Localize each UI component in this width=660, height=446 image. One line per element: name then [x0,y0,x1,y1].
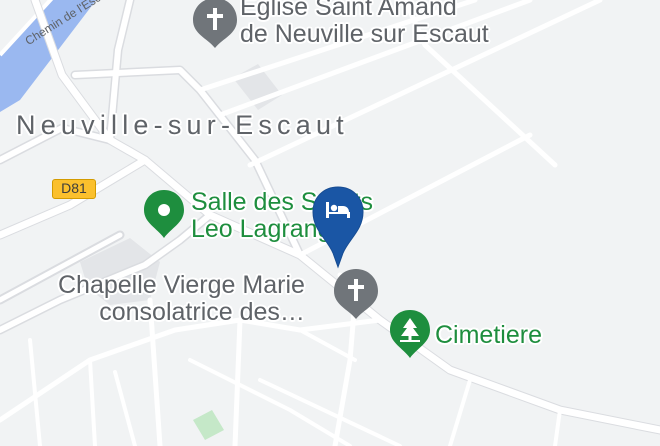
poi-label-cimetiere[interactable]: Cimetiere [435,322,542,349]
poi-label-eglise-saint-amand[interactable]: Église Saint Amand de Neuville sur Escau… [240,0,489,48]
town-label: Neuville-sur-Escaut [16,110,349,140]
hotel-marker[interactable] [311,185,365,271]
road-shield-d81: D81 [52,179,96,199]
location-pin-icon [158,204,170,216]
poi-label-chapelle-vierge-marie[interactable]: Chapelle Vierge Marie consolatrice des… [58,272,305,326]
